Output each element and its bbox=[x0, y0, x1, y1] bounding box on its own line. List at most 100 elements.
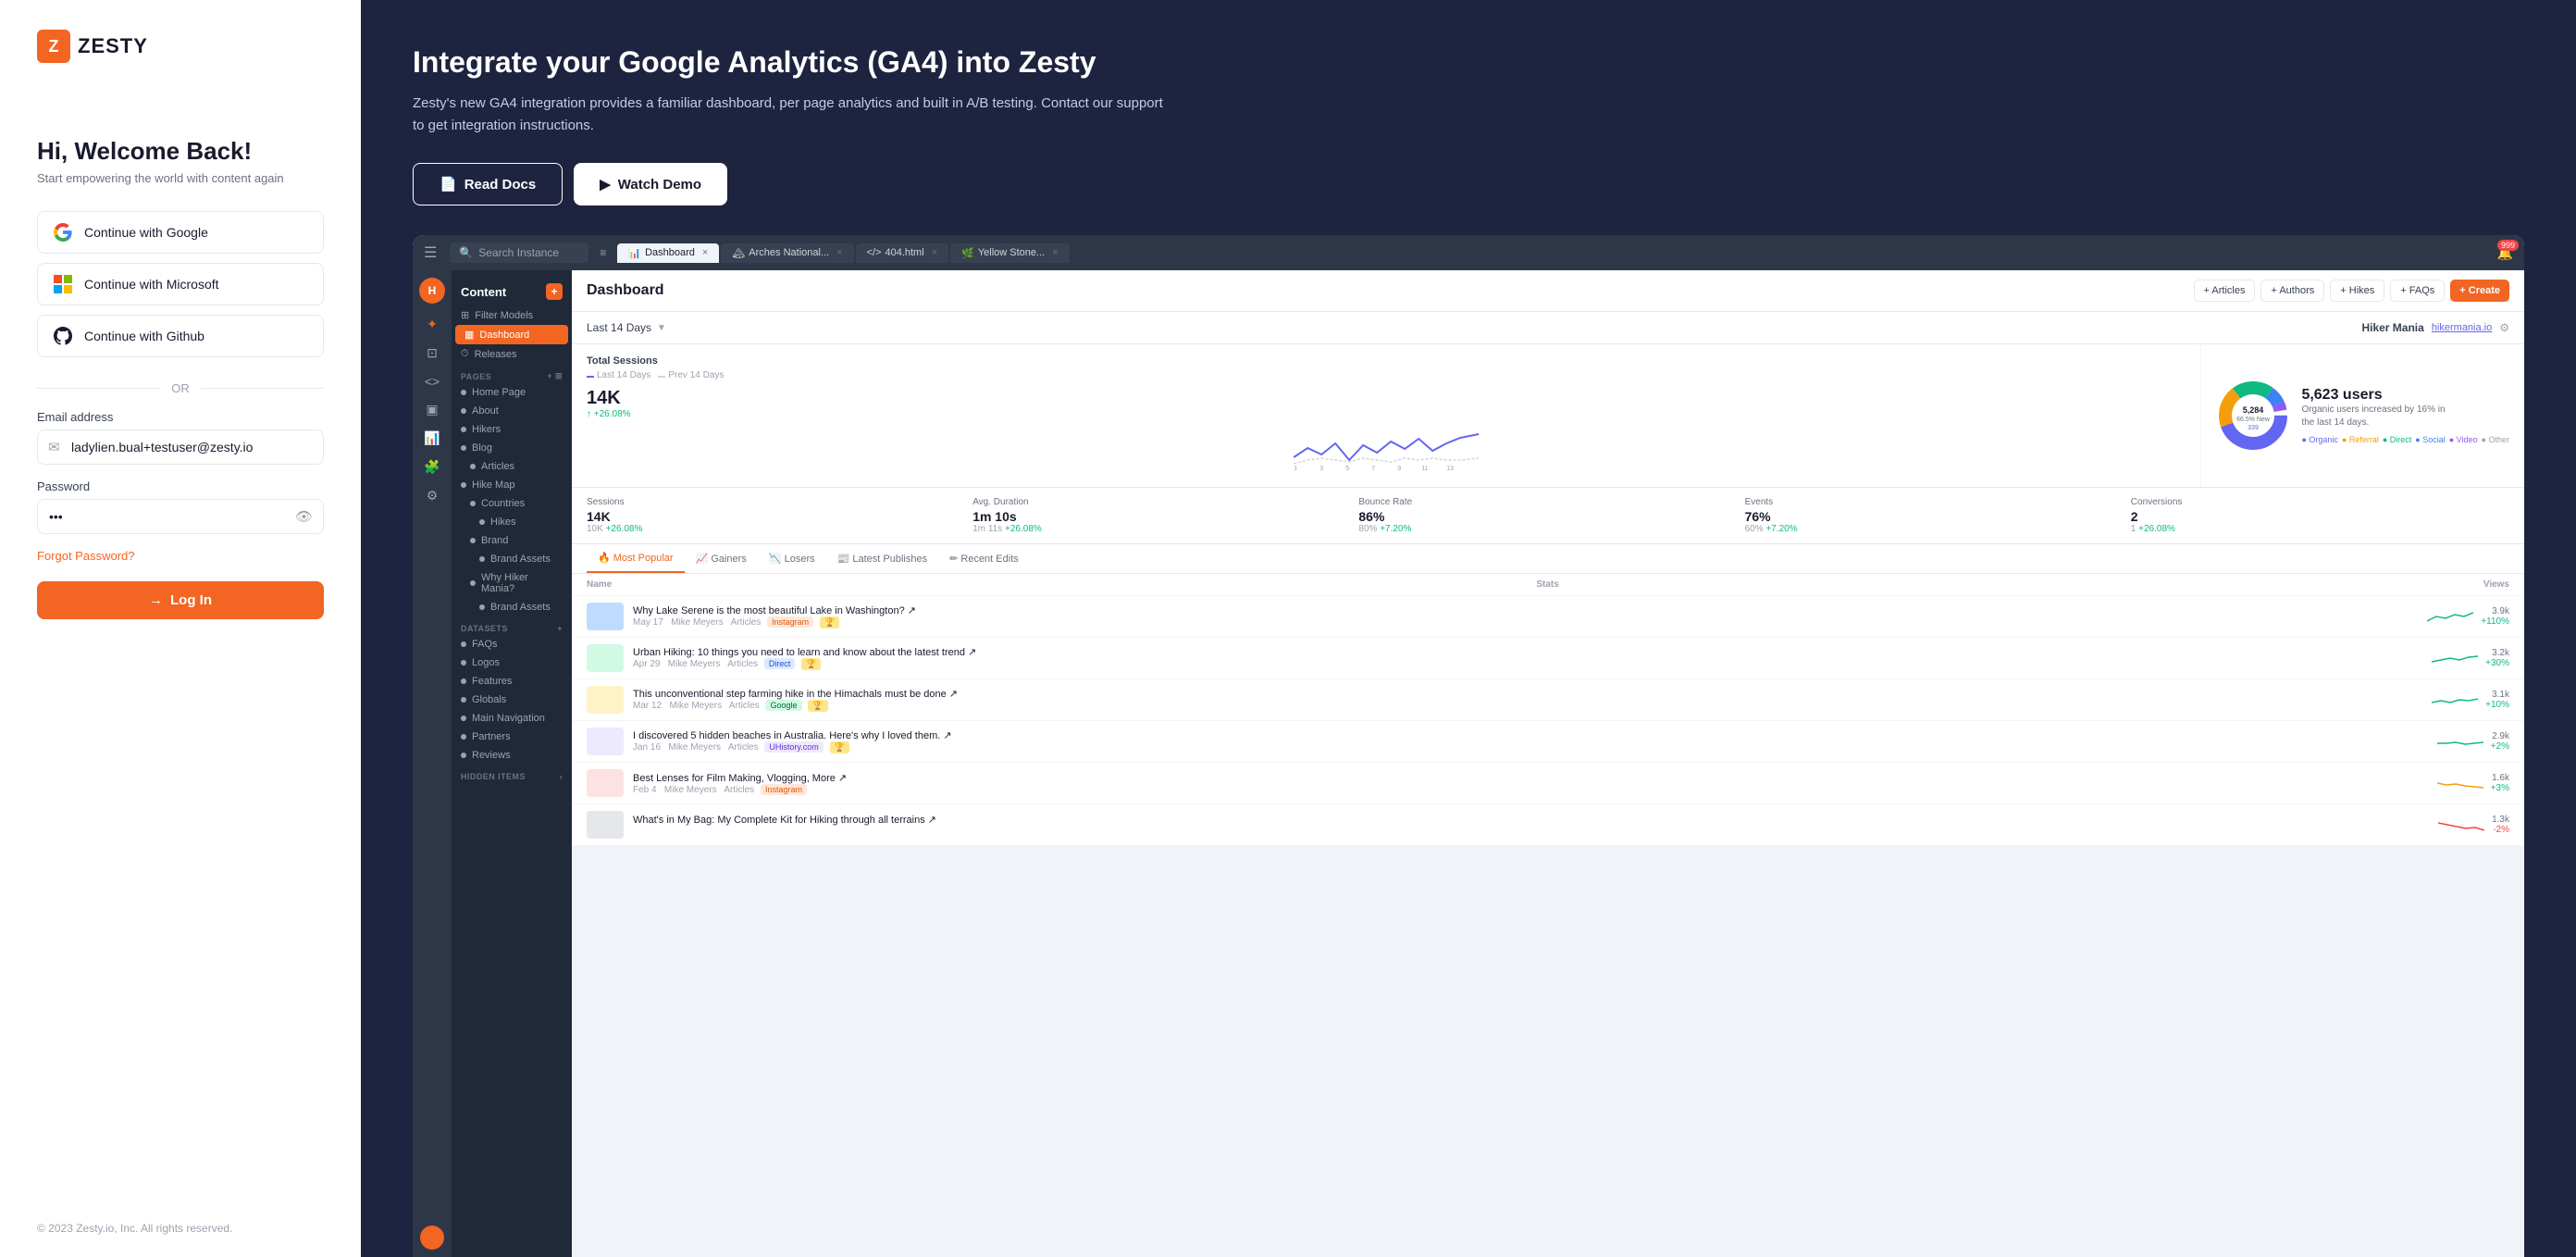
hidden-chevron-icon[interactable]: › bbox=[560, 772, 563, 781]
tab-most-popular[interactable]: 🔥 Most Popular bbox=[587, 544, 685, 573]
welcome-subtitle: Start empowering the world with content … bbox=[37, 171, 324, 185]
sidebar-nav-analytics[interactable]: 📊 bbox=[424, 430, 440, 446]
nav-hikes[interactable]: Hikes bbox=[452, 513, 572, 531]
nav-dot bbox=[470, 580, 476, 586]
tab-yellowstone[interactable]: 🌿 Yellow Stone... × bbox=[950, 243, 1070, 263]
nav-articles[interactable]: Articles bbox=[452, 457, 572, 476]
add-content-button[interactable]: + bbox=[546, 283, 563, 300]
tab-dashboard[interactable]: 📊 Dashboard × bbox=[617, 243, 719, 263]
site-name: Hiker Mania bbox=[2361, 321, 2423, 334]
nav-blog[interactable]: Blog bbox=[452, 439, 572, 457]
row-title[interactable]: I discovered 5 hidden beaches in Austral… bbox=[633, 729, 2428, 741]
tab-gainers[interactable]: 📈 Gainers bbox=[685, 544, 758, 573]
row-title[interactable]: This unconventional step farming hike in… bbox=[633, 688, 2422, 700]
nav-hikemap[interactable]: Hike Map bbox=[452, 476, 572, 494]
login-label: Log In bbox=[170, 592, 212, 608]
row-stats: 1.6k +3% bbox=[2491, 773, 2509, 793]
create-button[interactable]: + Create bbox=[2450, 280, 2509, 302]
nav-brand-assets-1[interactable]: Brand Assets bbox=[452, 550, 572, 568]
row-views: 1.6k bbox=[2491, 773, 2509, 783]
sidebar-brand-icon: H bbox=[419, 278, 445, 304]
site-url[interactable]: hikermania.io bbox=[2432, 322, 2492, 333]
logo-text: ZESTY bbox=[78, 34, 148, 58]
period-selector[interactable]: Last 14 Days ▼ bbox=[587, 321, 666, 334]
nav-features[interactable]: Features bbox=[452, 672, 572, 691]
col-stats: Stats bbox=[1536, 579, 1558, 590]
forgot-password-link[interactable]: Forgot Password? bbox=[37, 549, 324, 563]
tab-recent-edits[interactable]: ✏ Recent Edits bbox=[938, 544, 1030, 573]
sidebar-nav-puzzle[interactable]: 🧩 bbox=[424, 459, 440, 475]
stat-sessions: Sessions 14K 10K +26.08% bbox=[587, 497, 965, 534]
nav-partners[interactable]: Partners bbox=[452, 728, 572, 746]
password-toggle-icon[interactable]: 👁 bbox=[295, 508, 313, 525]
notification-bell[interactable]: 🔔 999 bbox=[2497, 245, 2513, 261]
microsoft-login-button[interactable]: Continue with Microsoft bbox=[37, 263, 324, 305]
nav-dashboard[interactable]: ▦ Dashboard bbox=[455, 325, 568, 344]
row-title[interactable]: What's in My Bag: My Complete Kit for Hi… bbox=[633, 814, 2429, 826]
add-hikes-button[interactable]: + Hikes bbox=[2330, 280, 2384, 302]
sidebar-nav-media[interactable]: ▣ bbox=[426, 402, 438, 417]
email-icon: ✉ bbox=[48, 439, 60, 455]
row-views: 2.9k bbox=[2491, 731, 2509, 741]
google-login-button[interactable]: Continue with Google bbox=[37, 211, 324, 254]
svg-text:9: 9 bbox=[1397, 466, 1401, 471]
nav-releases[interactable]: ⏱ Releases bbox=[452, 344, 572, 364]
nav-main-navigation[interactable]: Main Navigation bbox=[452, 709, 572, 728]
password-label: Password bbox=[37, 479, 324, 493]
sparkline-chart bbox=[2432, 691, 2478, 709]
row-tag: Direct bbox=[764, 658, 796, 669]
add-authors-button[interactable]: + Authors bbox=[2260, 280, 2324, 302]
row-views: 3.1k bbox=[2485, 690, 2509, 700]
legend-referral: ● Referral bbox=[2342, 435, 2379, 444]
sidebar-nav-content[interactable]: ✦ bbox=[427, 317, 438, 332]
tab-losers[interactable]: 📉 Losers bbox=[758, 544, 826, 573]
row-title[interactable]: Urban Hiking: 10 things you need to lear… bbox=[633, 646, 2422, 658]
microsoft-icon bbox=[53, 274, 73, 294]
row-title[interactable]: Best Lenses for Film Making, Vlogging, M… bbox=[633, 772, 2428, 784]
table-section: 🔥 Most Popular 📈 Gainers 📉 Losers 📰 Late… bbox=[572, 544, 2524, 1257]
login-panel: Z ZESTY Hi, Welcome Back! Start empoweri… bbox=[0, 0, 361, 1257]
tab-latest-publishes[interactable]: 📰 Latest Publishes bbox=[826, 544, 938, 573]
nav-reviews[interactable]: Reviews bbox=[452, 746, 572, 765]
add-faqs-button[interactable]: + FAQs bbox=[2390, 280, 2445, 302]
row-views: 1.3k bbox=[2492, 815, 2509, 825]
nav-globals[interactable]: Globals bbox=[452, 691, 572, 709]
login-button[interactable]: → Log In bbox=[37, 581, 324, 619]
nav-home-page[interactable]: Home Page bbox=[452, 383, 572, 402]
datasets-add-icon[interactable]: + bbox=[557, 624, 563, 633]
nav-countries[interactable]: Countries bbox=[452, 494, 572, 513]
sidebar-nav-code[interactable]: <> bbox=[425, 374, 440, 389]
nav-brand[interactable]: Brand bbox=[452, 531, 572, 550]
period-chevron: ▼ bbox=[657, 323, 666, 333]
nav-about[interactable]: About bbox=[452, 402, 572, 420]
tab-404[interactable]: </> 404.html × bbox=[856, 243, 949, 263]
email-input-wrap: ✉ bbox=[37, 429, 324, 465]
row-right: 3.1k +10% bbox=[2432, 690, 2509, 710]
row-tag-extra: 🏆 bbox=[808, 700, 827, 712]
email-input[interactable] bbox=[37, 429, 324, 465]
nav-brand-assets-2[interactable]: Brand Assets bbox=[452, 598, 572, 616]
tab-arches[interactable]: 🏔 Arches National... × bbox=[721, 243, 853, 263]
pages-add-icon[interactable]: + ⊞ bbox=[547, 371, 563, 381]
sidebar-nav-settings[interactable]: ⚙ bbox=[427, 488, 439, 504]
row-thumbnail bbox=[587, 603, 624, 630]
password-input[interactable] bbox=[37, 499, 324, 534]
hidden-items-section: HIDDEN ITEMS › bbox=[452, 765, 572, 783]
nav-filter-models[interactable]: ⊞ Filter Models bbox=[452, 305, 572, 325]
add-articles-button[interactable]: + Articles bbox=[2194, 280, 2256, 302]
donut-chart: 5,284 66.5% New 339 bbox=[2216, 379, 2290, 453]
nav-why-hiker[interactable]: Why Hiker Mania? bbox=[452, 568, 572, 598]
read-docs-button[interactable]: 📄 Read Docs bbox=[413, 163, 563, 205]
nav-hikers[interactable]: Hikers bbox=[452, 420, 572, 439]
row-title[interactable]: Why Lake Serene is the most beautiful La… bbox=[633, 604, 2418, 616]
nav-logos[interactable]: Logos bbox=[452, 653, 572, 672]
site-settings-icon[interactable]: ⚙ bbox=[2499, 321, 2509, 334]
watch-demo-button[interactable]: ▶ Watch Demo bbox=[574, 163, 727, 205]
table-row: Best Lenses for Film Making, Vlogging, M… bbox=[572, 763, 2524, 804]
row-views: 3.9k bbox=[2481, 606, 2509, 616]
row-right: 1.3k -2% bbox=[2438, 815, 2509, 835]
legend-organic: ● Organic bbox=[2301, 435, 2337, 444]
github-login-button[interactable]: Continue with Github bbox=[37, 315, 324, 357]
sidebar-nav-schema[interactable]: ⊡ bbox=[427, 345, 438, 361]
nav-faqs[interactable]: FAQs bbox=[452, 635, 572, 653]
